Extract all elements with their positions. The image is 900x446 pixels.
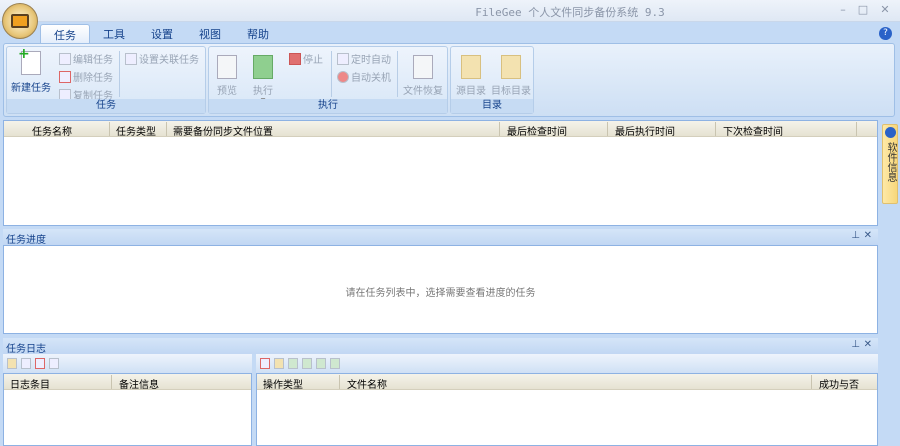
tab-view[interactable]: 视图 [186,24,234,43]
delete-task-button[interactable]: 删除任务 [59,69,113,84]
folder-icon [461,55,481,79]
column-header[interactable]: 最后执行时间 [615,123,675,138]
app-icon [11,14,29,28]
stop-icon [289,52,301,65]
target-dir-button[interactable]: 目标目录 [491,55,531,97]
restore-icon [413,55,433,79]
trash-icon[interactable] [49,358,59,369]
edit-icon [59,52,71,65]
link-task-button[interactable]: 设置关联任务 [125,51,199,66]
column-header[interactable]: 需要备份同步文件位置 [173,123,273,138]
folder-icon [501,55,521,79]
log-details-table[interactable]: 操作类型 文件名称 成功与否 [256,373,878,446]
log-right-toolbar [256,354,878,373]
table-header: 日志条目 备注信息 [4,374,251,391]
column-header[interactable]: 操作类型 [263,376,303,391]
app-menu-button[interactable] [2,3,38,39]
column-header[interactable]: 最后检查时间 [507,123,567,138]
last-page-icon[interactable] [330,358,340,369]
tab-tools[interactable]: 工具 [90,24,138,43]
tab-settings[interactable]: 设置 [138,24,186,43]
column-header[interactable]: 任务类型 [116,123,156,138]
log-panel-header: 任务日志 ⊥ ✕ [3,338,878,355]
group-label-exec: 执行 [209,99,447,113]
run-button[interactable]: 执行▼ [253,55,273,104]
task-table-header: 任务名称 任务类型 需要备份同步文件位置 最后检查时间 最后执行时间 下次检查时… [4,121,877,138]
help-icon[interactable]: ? [879,27,892,40]
pin-icon[interactable]: ⊥ [851,339,860,350]
close-button[interactable]: ✕ [877,3,893,16]
title-bar: FileGee 个人文件同步备份系统 9.3 – □ ✕ [0,0,900,22]
new-file-icon: + [18,46,41,75]
preview-button[interactable]: 预览 [217,55,237,97]
ribbon-group-task: + 新建任务 编辑任务 删除任务 复制任务 设置关联任务 任务 [6,46,206,114]
pin-icon[interactable]: ⊥ [851,230,860,241]
open-folder-icon[interactable] [7,358,17,369]
preview-icon [217,55,237,79]
ribbon-group-dir: 源目录 目标目录 目录 [450,46,534,114]
source-dir-button[interactable]: 源目录 [456,55,486,97]
next-page-icon[interactable] [316,358,326,369]
side-tab-software-info[interactable]: 软件信息 [882,124,898,204]
new-file-icon[interactable] [21,358,31,369]
separator [397,51,398,97]
link-icon [125,52,137,65]
close-icon[interactable]: ✕ [864,230,872,241]
maximize-button[interactable]: □ [855,3,871,16]
group-label-dir: 目录 [451,99,533,113]
separator [331,51,332,97]
log-entries-table[interactable]: 日志条目 备注信息 [3,373,252,446]
first-page-icon[interactable] [288,358,298,369]
log-left-toolbar [3,354,252,373]
tab-task[interactable]: 任务 [40,24,90,43]
file-restore-button[interactable]: 文件恢复 [403,55,443,97]
timer-auto-button[interactable]: 定时自动 [337,51,391,66]
minimize-button[interactable]: – [835,3,851,16]
auto-shutdown-button[interactable]: 自动关机 [337,69,391,84]
shutdown-icon [337,70,349,83]
table-header: 操作类型 文件名称 成功与否 [257,374,877,391]
empty-message: 请在任务列表中，选择需要查看进度的任务 [345,288,536,299]
delete-icon[interactable] [35,358,45,369]
delete-icon [59,70,71,83]
menu-tabs: 任务 工具 设置 视图 帮助 [40,24,282,44]
window-title: FileGee 个人文件同步备份系统 9.3 [475,6,665,19]
column-header[interactable]: 成功与否 [819,376,859,391]
stop-button[interactable]: 停止 [289,51,323,66]
folder-icon[interactable] [274,358,284,369]
close-icon[interactable]: ✕ [864,339,872,350]
column-header[interactable]: 备注信息 [119,376,159,391]
column-header[interactable]: 日志条目 [10,376,50,391]
separator [119,51,120,97]
info-icon [884,127,896,138]
task-table[interactable]: 任务名称 任务类型 需要备份同步文件位置 最后检查时间 最后执行时间 下次检查时… [3,120,878,226]
error-file-icon[interactable] [260,358,270,369]
column-header[interactable]: 下次检查时间 [723,123,783,138]
ribbon-group-exec: 预览 执行▼ 停止 定时自动 自动关机 文件恢复 执行 [208,46,448,114]
column-header[interactable]: 任务名称 [32,123,72,138]
progress-panel-header: 任务进度 ⊥ ✕ [3,229,878,246]
tab-help[interactable]: 帮助 [234,24,282,43]
ribbon: + 新建任务 编辑任务 删除任务 复制任务 设置关联任务 任务 预览 执行▼ 停… [3,43,895,117]
edit-task-button[interactable]: 编辑任务 [59,51,113,66]
progress-panel: 请在任务列表中，选择需要查看进度的任务 [3,245,878,334]
new-task-button[interactable]: + 新建任务 [11,46,51,94]
previous-page-icon[interactable] [302,358,312,369]
clock-icon [337,52,349,65]
play-icon [253,55,273,79]
column-header[interactable]: 文件名称 [347,376,387,391]
group-label-task: 任务 [7,99,205,113]
